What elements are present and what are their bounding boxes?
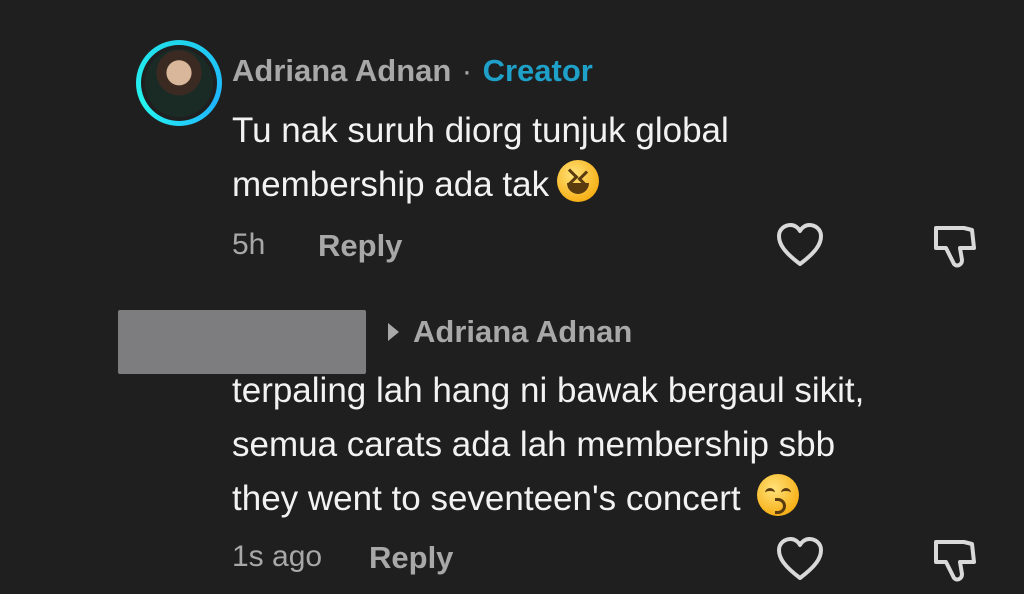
creator-badge: Creator: [482, 53, 593, 88]
comment2-line-3: they went to seventeen's concert: [232, 479, 741, 518]
thumbs-down-outline-icon[interactable]: [930, 534, 980, 584]
comment1-reply-button[interactable]: Reply: [318, 228, 402, 264]
comment2-time: 1s ago: [232, 540, 323, 573]
comment1-line-2-wrap: membership ada tak: [232, 158, 729, 212]
comment2-line-3-wrap: they went to seventeen's concert: [232, 472, 1012, 526]
kissing-face-with-smiling-eyes-icon: [756, 474, 799, 516]
author-name[interactable]: Adriana Adnan: [232, 53, 451, 88]
comment1-line-2: membership ada tak: [232, 165, 550, 204]
creator-avatar[interactable]: [136, 40, 222, 126]
heart-outline-icon[interactable]: [776, 536, 824, 582]
avatar-photo: [145, 49, 213, 117]
comment1-line-1: Tu nak suruh diorg tunjuk global: [232, 111, 729, 150]
reply-to-name[interactable]: Adriana Adnan: [413, 314, 632, 350]
comment2-line-1: terpaling lah hang ni bawak bergaul siki…: [232, 371, 865, 410]
separator-dot: ·: [461, 53, 473, 88]
heart-outline-icon[interactable]: [776, 222, 824, 268]
comment1-header: Adriana Adnan · Creator: [232, 53, 593, 89]
triangle-right-icon: [388, 323, 399, 341]
thumbs-down-outline-icon[interactable]: [930, 220, 980, 270]
comment1-text: Tu nak suruh diorg tunjuk global members…: [232, 104, 729, 212]
comment2-line-2: semua carats ada lah membership sbb: [232, 425, 836, 464]
comment2-text: terpaling lah hang ni bawak bergaul siki…: [232, 364, 1012, 526]
avatar-inner: [141, 45, 217, 121]
grinning-squinting-face-icon: [557, 160, 600, 202]
comment2-reply-button[interactable]: Reply: [369, 540, 453, 576]
comment1-time: 5h: [232, 228, 266, 261]
